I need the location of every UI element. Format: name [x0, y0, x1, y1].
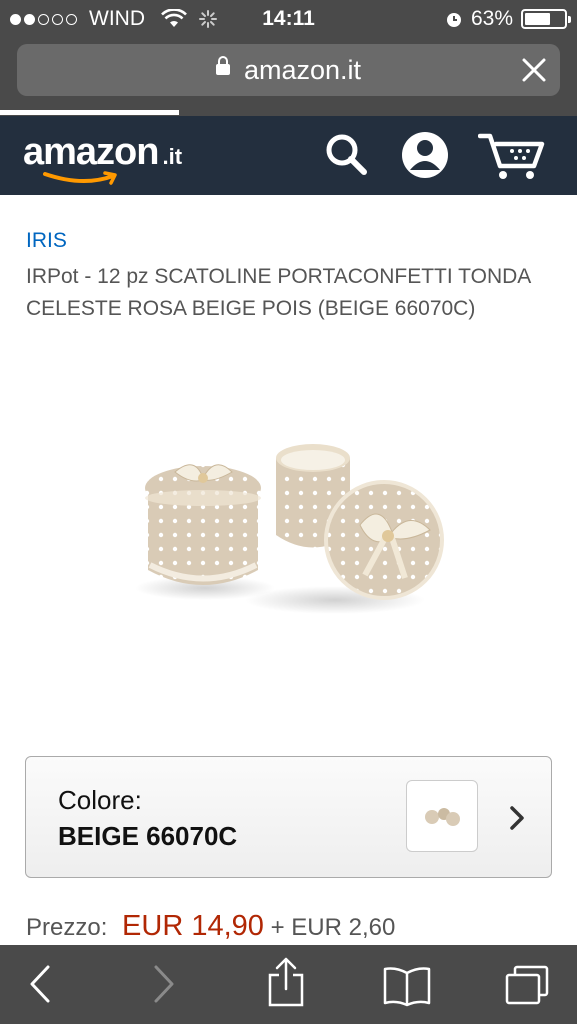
amazon-logo[interactable]: amazon .it: [23, 131, 183, 185]
cart-icon[interactable]: [478, 130, 546, 182]
search-icon[interactable]: [322, 130, 370, 178]
address-bar[interactable]: amazon.it: [17, 44, 560, 96]
battery-percent: 63%: [470, 7, 513, 30]
product-title: IRPot - 12 pz SCATOLINE PORTACONFETTI TO…: [26, 265, 531, 320]
tabs-icon[interactable]: [503, 963, 551, 1007]
color-thumbnail[interactable]: [406, 780, 478, 852]
product-image[interactable]: [0, 360, 577, 735]
price-label: Prezzo:: [26, 914, 108, 941]
lock-icon: [215, 56, 230, 76]
brand-link[interactable]: IRIS: [26, 229, 67, 253]
battery-icon: [521, 9, 571, 29]
status-right: 63%: [445, 7, 571, 31]
price-value: EUR 14,90: [122, 910, 264, 942]
product-thumbnail-image: [425, 808, 460, 826]
bookmarks-icon[interactable]: [382, 965, 432, 1007]
browser-toolbar: [0, 945, 577, 1024]
share-icon[interactable]: [266, 957, 306, 1009]
price-row: Prezzo: EUR 14,90 + EUR 2,60: [26, 910, 395, 943]
amazon-header: amazon .it: [0, 116, 577, 195]
chevron-right-icon[interactable]: [509, 805, 525, 831]
stop-loading-icon[interactable]: [520, 56, 548, 84]
status-bar: WIND 14:11 63%: [0, 0, 577, 38]
browser-top-bar: WIND 14:11 63% amazon.it: [0, 0, 577, 116]
alarm-icon: [446, 13, 461, 27]
logo-word: amazon: [23, 131, 159, 173]
color-selector[interactable]: Colore: BEIGE 66070C: [25, 756, 552, 878]
logo-tld: .it: [162, 144, 183, 169]
shipping-cost: + EUR 2,60: [270, 914, 396, 941]
url-text: amazon.it: [243, 55, 362, 85]
smile-arrow-icon: [43, 171, 117, 185]
page-load-progress: [0, 110, 179, 115]
back-icon[interactable]: [26, 963, 54, 1005]
forward-icon[interactable]: [150, 963, 178, 1005]
account-icon[interactable]: [400, 130, 450, 180]
color-label: Colore:: [58, 785, 142, 815]
color-value: BEIGE 66070C: [58, 821, 238, 851]
